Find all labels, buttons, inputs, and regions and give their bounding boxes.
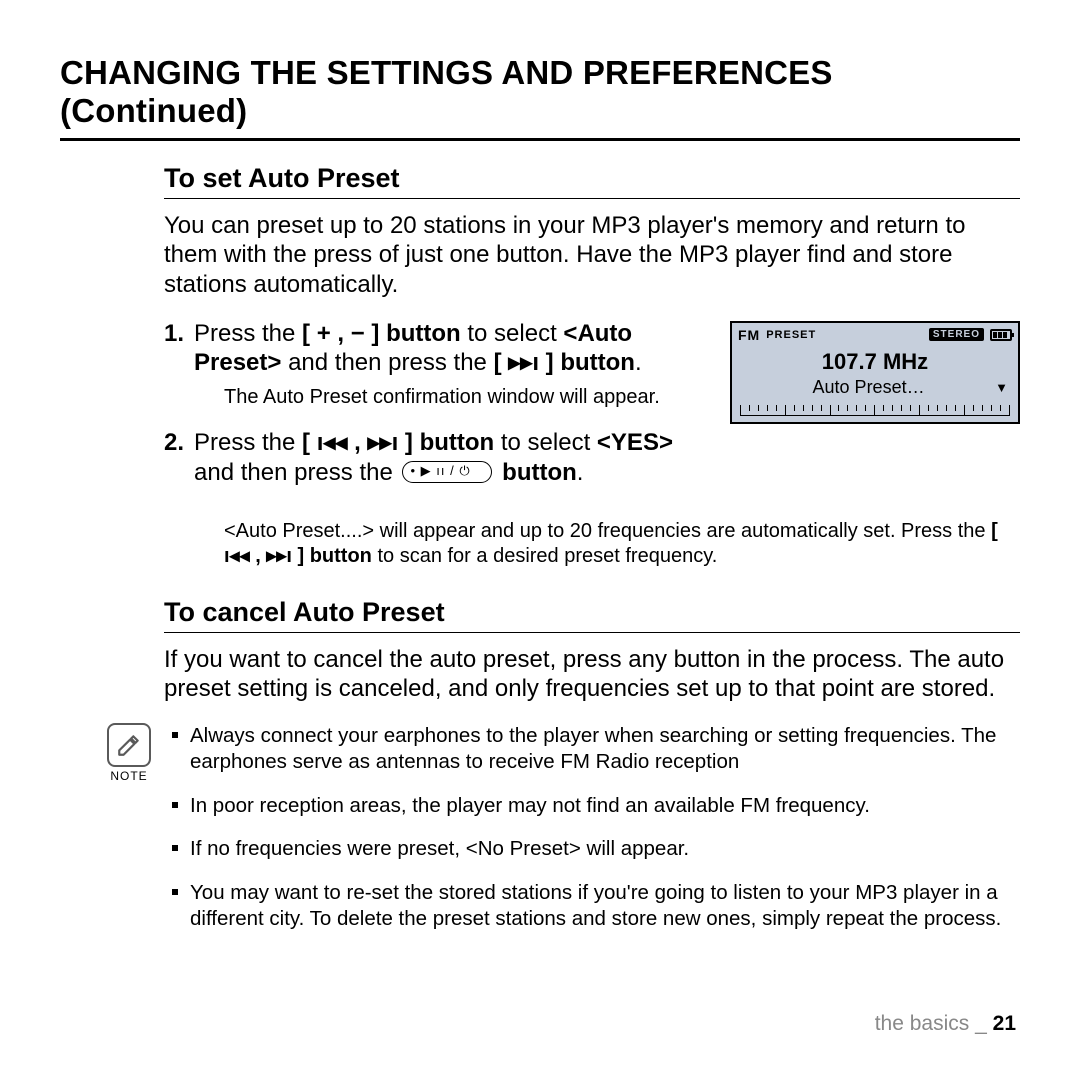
t: Press the (194, 320, 302, 347)
device-screen: FM PRESET STEREO 107.7 MHz Auto Preset… … (730, 321, 1020, 424)
note-item: Always connect your earphones to the pla… (172, 723, 1020, 774)
t: [ + , − ] button (302, 320, 461, 347)
t: Press the (194, 429, 302, 456)
device-msg-row: Auto Preset… ▼ (732, 377, 1018, 400)
device-frequency: 107.7 MHz (732, 345, 1018, 377)
page-title: CHANGING THE SETTINGS AND PREFERENCES (C… (60, 54, 1020, 130)
chevron-down-icon: ▼ (995, 380, 1008, 395)
device-fm-label: FM (738, 327, 760, 343)
note-icon-column: NOTE (104, 723, 154, 949)
content-body: To set Auto Preset You can preset up to … (60, 163, 1020, 949)
battery-icon (990, 329, 1012, 341)
t: to select (461, 320, 564, 347)
steps-list: Press the [ + , − ] button to select <Au… (164, 319, 706, 487)
t: . (635, 349, 642, 376)
t: [ ▸▸ı ] button (494, 349, 635, 376)
steps-column: Press the [ + , − ] button to select <Au… (164, 319, 706, 505)
play-pause-power-icon (402, 461, 492, 483)
t: <Auto Preset....> will appear and up to … (224, 520, 991, 542)
section-cancel: To cancel Auto Preset If you want to can… (164, 597, 1020, 949)
footer-page-number: 21 (993, 1012, 1016, 1035)
page-footer: the basics _ 21 (875, 1012, 1016, 1036)
title-rule (60, 138, 1020, 141)
cancel-paragraph: If you want to cancel the auto preset, p… (164, 645, 1020, 704)
device-status-bar: FM PRESET STEREO (732, 323, 1018, 345)
note-item: You may want to re-set the stored statio… (172, 880, 1020, 931)
t: to scan for a desired preset frequency. (372, 545, 717, 567)
t: button (495, 459, 576, 486)
t: . (577, 459, 584, 486)
step-2-sub: <Auto Preset....> will appear and up to … (164, 519, 1020, 569)
step-1: Press the [ + , − ] button to select <Au… (164, 319, 706, 411)
device-tuning-ruler (740, 402, 1010, 416)
steps-and-device-row: Press the [ + , − ] button to select <Au… (164, 319, 1020, 505)
step-2: Press the [ ı◂◂ , ▸▸ı ] button to select… (164, 428, 706, 487)
note-label: NOTE (104, 769, 154, 783)
footer-sep: _ (969, 1012, 992, 1035)
step-1-sub: The Auto Preset confirmation window will… (194, 385, 706, 410)
note-list: Always connect your earphones to the pla… (172, 723, 1020, 949)
t: and then press the (194, 459, 399, 486)
t: [ ı◂◂ , ▸▸ı ] button (302, 429, 494, 456)
pencil-icon (116, 732, 142, 758)
t: to select (494, 429, 597, 456)
device-column: FM PRESET STEREO 107.7 MHz Auto Preset… … (730, 319, 1020, 424)
heading-auto-preset: To set Auto Preset (164, 163, 1020, 199)
t: <YES> (597, 429, 673, 456)
heading-cancel-auto-preset: To cancel Auto Preset (164, 597, 1020, 633)
device-preset-label: PRESET (766, 329, 816, 341)
device-message: Auto Preset… (742, 377, 995, 398)
note-item: If no frequencies were preset, <No Prese… (172, 836, 1020, 862)
intro-paragraph: You can preset up to 20 stations in your… (164, 211, 1020, 299)
note-item: In poor reception areas, the player may … (172, 793, 1020, 819)
footer-section: the basics (875, 1012, 970, 1035)
t: and then press the (281, 349, 493, 376)
note-block: NOTE Always connect your earphones to th… (164, 723, 1020, 949)
note-icon (107, 723, 151, 767)
device-stereo-badge: STEREO (929, 328, 984, 341)
